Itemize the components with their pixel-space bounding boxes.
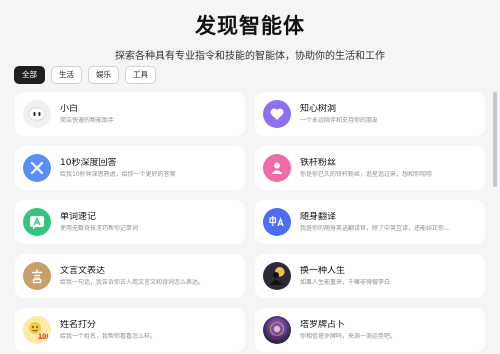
agent-card-10s[interactable]: 10秒深度回答 给我10秒钟深思熟虑，给你一个更好的答案 [15, 146, 245, 190]
agent-card-newlife[interactable]: 换一种人生 如果人生能重来，千嘛非得做李白 [255, 254, 485, 298]
page-subtitle: 探索各种具有专业指令和技能的智能体，协助你的生活和工作 [115, 51, 385, 62]
agent-name: 知心树洞 [300, 103, 337, 114]
agent-card-translate[interactable]: 随身翻译 我是你的随身英语翻译官，除了中英互译，还能纠正你... [255, 200, 485, 244]
agent-name: 单词速记 [60, 211, 97, 222]
agent-name: 塔罗牌占卜 [300, 319, 346, 330]
agent-name: 姓名打分 [60, 319, 97, 330]
agent-name: 10秒深度回答 [60, 157, 117, 168]
agent-name: 换一种人生 [300, 265, 346, 276]
agent-card-fan[interactable]: 铁杆粉丝 你是你已久的铁杆粉丝，追星追过来，想和你唠唠 [255, 146, 485, 190]
scrollbar-thumb[interactable] [493, 92, 497, 187]
agent-name: 铁杆粉丝 [300, 157, 337, 168]
agent-desc: 一个永远陪伴和支持你的朋友 [300, 117, 379, 125]
score-100-icon: 100 [23, 316, 51, 344]
agent-card-namescore[interactable]: 100 姓名打分 给我一个姓名，我帮你看看怎么样。 [15, 308, 245, 352]
agent-name: 小白 [60, 103, 79, 114]
agent-desc: 我是你的随身英语翻译官，除了中英互译，还能纠正你... [300, 225, 450, 233]
agent-desc: 给我一句话，我告诉你古人用文言文和诗词怎么表达。 [60, 279, 205, 287]
agent-card-xiaobai[interactable]: 小白 简洁快速的帮能助手 [15, 92, 245, 136]
agent-desc: 简洁快速的帮能助手 [60, 117, 115, 125]
agent-grid: 小白 简洁快速的帮能助手 知心树洞 一个永远陪伴和支持你的朋友 10秒深度回答 … [15, 92, 489, 352]
tarot-portrait-icon [263, 316, 291, 344]
agent-card-words[interactable]: 单词速记 使用无数奇技淫巧帮你记单词 [15, 200, 245, 244]
agent-card-classical[interactable]: 文言文表达 给我一句话，我告诉你古人用文言文和诗词怎么表达。 [15, 254, 245, 298]
robot-face-icon [23, 100, 51, 128]
page-title: 发现智能体 [195, 14, 305, 38]
agent-desc: 给我一个姓名，我帮你看看怎么样。 [60, 333, 157, 341]
tab-life[interactable]: 生活 [51, 66, 82, 84]
agent-card-zhixin[interactable]: 知心树洞 一个永远陪伴和支持你的朋友 [255, 92, 485, 136]
agent-name: 文言文表达 [60, 265, 106, 276]
agent-desc: 如果人生能重来，千嘛非得做李白 [300, 279, 391, 287]
agent-desc: 你是你已久的铁杆粉丝，追星追过来，想和你唠唠 [300, 171, 433, 179]
agent-desc: 使用无数奇技淫巧帮你记单词 [60, 225, 139, 233]
tab-entertainment[interactable]: 娱乐 [88, 66, 119, 84]
category-tabs: 全部 生活 娱乐 工具 [14, 66, 156, 84]
silhouette-portrait-icon [263, 262, 291, 290]
agent-name: 随身翻译 [300, 211, 337, 222]
heart-icon [263, 100, 291, 128]
agent-card-tarot[interactable]: 塔罗牌占卜 你相信塔罗牌吗，来测一测运势吧。 [255, 308, 485, 352]
classical-text-icon [23, 262, 51, 290]
tab-tools[interactable]: 工具 [125, 66, 156, 84]
letter-a-icon [23, 208, 51, 236]
tools-cross-icon [23, 154, 51, 182]
agent-desc: 给我10秒钟深思熟虑，给你一个更好的答案 [60, 171, 176, 179]
agent-desc: 你相信塔罗牌吗，来测一测运势吧。 [300, 333, 397, 341]
page-header: 发现智能体 探索各种具有专业指令和技能的智能体，协助你的生活和工作 [0, 0, 500, 62]
tab-all[interactable]: 全部 [14, 66, 45, 84]
person-icon [263, 154, 291, 182]
translate-icon [263, 208, 291, 236]
